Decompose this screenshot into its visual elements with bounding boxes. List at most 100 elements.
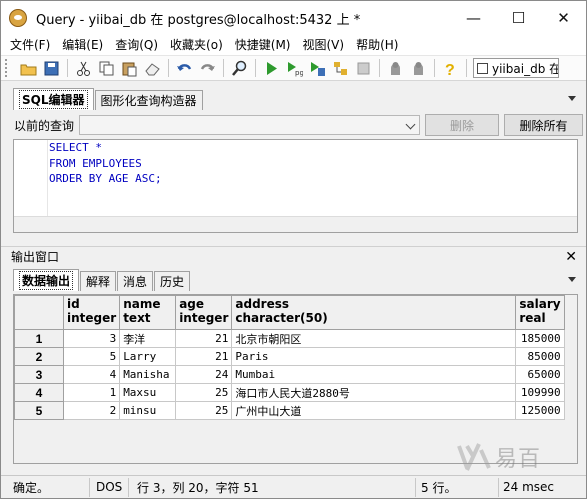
svg-text:?: ? bbox=[445, 62, 455, 77]
stop-icon[interactable] bbox=[352, 57, 374, 79]
close-icon[interactable]: ✕ bbox=[565, 249, 577, 265]
row-number[interactable]: 5 bbox=[14, 401, 64, 420]
row-number[interactable]: 3 bbox=[14, 365, 64, 384]
tab-graphical-query-builder[interactable]: 图形化查询构造器 bbox=[94, 90, 203, 110]
explain-icon[interactable] bbox=[329, 57, 351, 79]
cell-salary[interactable]: 85000 bbox=[515, 347, 565, 366]
row-number[interactable]: 2 bbox=[14, 347, 64, 366]
cell-id[interactable]: 2 bbox=[62, 401, 121, 420]
title-bar: Query - yiibai_db 在 postgres@localhost:5… bbox=[1, 1, 586, 35]
open-icon[interactable] bbox=[17, 57, 39, 79]
cell-address[interactable]: 海口市人民大道2880号 bbox=[231, 383, 517, 402]
paste-icon[interactable] bbox=[118, 57, 140, 79]
cell-name[interactable]: Manisha bbox=[119, 365, 177, 384]
chevron-down-icon[interactable] bbox=[568, 96, 576, 101]
menu-file[interactable]: 文件(F) bbox=[4, 35, 56, 55]
previous-queries-row: 以前的查询 删除 删除所有 bbox=[1, 113, 586, 137]
output-window-header: 输出窗口 ✕ bbox=[1, 246, 586, 266]
pgadmin-elephant-icon bbox=[9, 9, 27, 27]
column-header-id[interactable]: id integer bbox=[62, 295, 121, 330]
execute-pgscript-icon[interactable]: pg bbox=[283, 57, 305, 79]
toolbar-grip[interactable] bbox=[5, 59, 9, 77]
commit-icon[interactable] bbox=[384, 57, 406, 79]
cell-salary[interactable]: 65000 bbox=[515, 365, 565, 384]
close-button[interactable]: ✕ bbox=[541, 1, 586, 35]
execute-icon[interactable] bbox=[260, 57, 282, 79]
pane-splitter[interactable] bbox=[1, 237, 586, 245]
cell-id[interactable]: 3 bbox=[62, 329, 121, 348]
sql-editor[interactable]: SELECT * FROM EMPLOYEES ORDER BY AGE ASC… bbox=[13, 139, 578, 233]
tab-explain[interactable]: 解释 bbox=[80, 271, 117, 291]
column-header-name[interactable]: name text bbox=[119, 295, 177, 330]
cell-salary[interactable]: 109990 bbox=[515, 383, 565, 402]
eraser-icon[interactable] bbox=[141, 57, 163, 79]
save-icon[interactable] bbox=[40, 57, 62, 79]
tab-data-output[interactable]: 数据输出 bbox=[13, 269, 80, 291]
maximize-button[interactable]: ☐ bbox=[496, 1, 541, 35]
tab-messages[interactable]: 消息 bbox=[117, 271, 154, 291]
cell-address[interactable]: 广州中山大道 bbox=[231, 401, 517, 420]
table-row[interactable]: 5 2 minsu 25 广州中山大道 125000 bbox=[14, 401, 565, 420]
editor-tab-strip: SQL编辑器 图形化查询构造器 bbox=[13, 88, 578, 110]
table-header-row: id integer name text age integer address cha… bbox=[14, 295, 565, 330]
column-header-address[interactable]: address character(50) bbox=[231, 295, 517, 330]
cut-icon[interactable] bbox=[72, 57, 94, 79]
rollback-icon[interactable] bbox=[407, 57, 429, 79]
menu-query[interactable]: 查询(Q) bbox=[109, 35, 164, 55]
cell-name[interactable]: 李洋 bbox=[119, 329, 177, 348]
find-icon[interactable] bbox=[228, 57, 250, 79]
row-number[interactable]: 4 bbox=[14, 383, 64, 402]
column-header-age[interactable]: age integer bbox=[175, 295, 233, 330]
editor-horizontal-scrollbar[interactable] bbox=[14, 216, 577, 232]
cell-age[interactable]: 24 bbox=[175, 365, 233, 384]
tab-sql-editor[interactable]: SQL编辑器 bbox=[13, 88, 94, 110]
cell-age[interactable]: 25 bbox=[175, 383, 233, 402]
delete-all-button[interactable]: 删除所有 bbox=[504, 114, 583, 136]
cell-address[interactable]: 北京市朝阳区 bbox=[231, 329, 517, 348]
database-label: yiibai_db 在 bbox=[492, 61, 559, 76]
grid-corner[interactable] bbox=[14, 295, 64, 330]
menu-help[interactable]: 帮助(H) bbox=[350, 35, 404, 55]
table-row[interactable]: 3 4 Manisha 24 Mumbai 65000 bbox=[14, 365, 565, 384]
window-title: Query - yiibai_db 在 postgres@localhost:5… bbox=[36, 12, 361, 28]
previous-queries-select[interactable] bbox=[79, 115, 420, 135]
menu-macros[interactable]: 快捷键(M) bbox=[229, 35, 297, 55]
database-selector[interactable]: yiibai_db 在 bbox=[473, 58, 559, 78]
cell-name[interactable]: Larry bbox=[119, 347, 177, 366]
menu-edit[interactable]: 编辑(E) bbox=[56, 35, 109, 55]
cell-id[interactable]: 4 bbox=[62, 365, 121, 384]
cell-name[interactable]: Maxsu bbox=[119, 383, 177, 402]
output-window-title: 输出窗口 bbox=[11, 250, 60, 264]
delete-button[interactable]: 删除 bbox=[425, 114, 499, 136]
cell-id[interactable]: 5 bbox=[62, 347, 121, 366]
table-row[interactable]: 1 3 李洋 21 北京市朝阳区 185000 bbox=[14, 329, 565, 348]
copy-icon[interactable] bbox=[95, 57, 117, 79]
toolbar-separator bbox=[223, 59, 224, 77]
table-row[interactable]: 2 5 Larry 21 Paris 85000 bbox=[14, 347, 565, 366]
cell-name[interactable]: minsu bbox=[119, 401, 177, 420]
redo-icon[interactable] bbox=[196, 57, 218, 79]
cell-address[interactable]: Paris bbox=[231, 347, 517, 366]
row-number[interactable]: 1 bbox=[14, 329, 64, 348]
cell-age[interactable]: 21 bbox=[175, 329, 233, 348]
minimize-button[interactable]: — bbox=[451, 1, 496, 35]
tab-history[interactable]: 历史 bbox=[154, 271, 191, 291]
cell-age[interactable]: 25 bbox=[175, 401, 233, 420]
cell-salary[interactable]: 185000 bbox=[515, 329, 565, 348]
cell-address[interactable]: Mumbai bbox=[231, 365, 517, 384]
chevron-down-icon[interactable] bbox=[568, 277, 576, 282]
sql-text[interactable]: SELECT * FROM EMPLOYEES ORDER BY AGE ASC… bbox=[49, 140, 162, 187]
cell-salary[interactable]: 125000 bbox=[515, 401, 565, 420]
help-icon[interactable]: ? bbox=[439, 57, 461, 79]
editor-gutter bbox=[14, 140, 48, 217]
cell-age[interactable]: 21 bbox=[175, 347, 233, 366]
watermark-text: 易百 bbox=[495, 447, 542, 472]
table-row[interactable]: 4 1 Maxsu 25 海口市人民大道2880号 109990 bbox=[14, 383, 565, 402]
menu-view[interactable]: 视图(V) bbox=[296, 35, 350, 55]
undo-icon[interactable] bbox=[173, 57, 195, 79]
menu-favourites[interactable]: 收藏夹(o) bbox=[164, 35, 229, 55]
column-header-salary[interactable]: salary real bbox=[515, 295, 565, 330]
cell-id[interactable]: 1 bbox=[62, 383, 121, 402]
execute-to-file-icon[interactable] bbox=[306, 57, 328, 79]
query-window: Query - yiibai_db 在 postgres@localhost:5… bbox=[0, 0, 587, 499]
